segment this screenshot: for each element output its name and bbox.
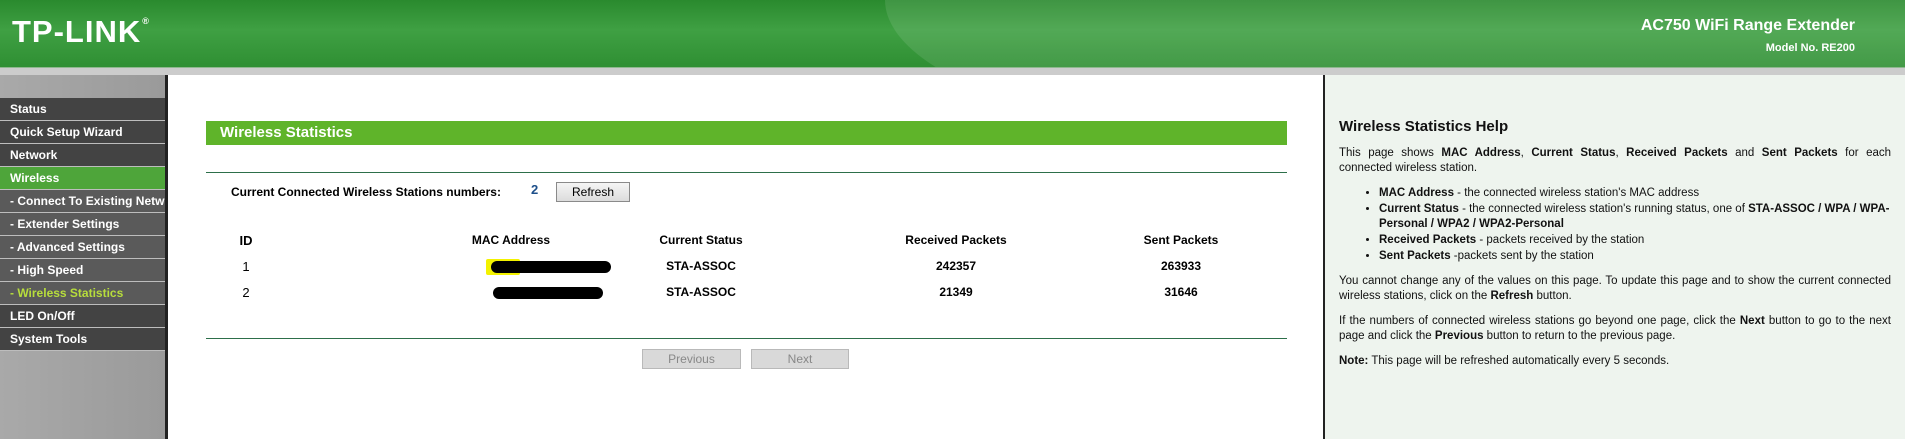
- divider-top: [206, 172, 1287, 173]
- row-received-packets: 21349: [939, 285, 973, 299]
- help-intro: This page shows MAC Address, Current Sta…: [1339, 147, 1892, 174]
- table-header-row: ID MAC Address Current Status Received P…: [171, 233, 1323, 259]
- help-bullet-mac-address: MAC Address - the connected wireless sta…: [1379, 186, 1891, 201]
- help-title: Wireless Statistics Help: [1339, 118, 1509, 135]
- sidebar-item-extender-settings[interactable]: - Extender Settings: [0, 213, 165, 236]
- row-id: 1: [242, 259, 250, 274]
- refresh-button[interactable]: Refresh: [556, 182, 630, 202]
- help-paging-paragraph: If the numbers of connected wireless sta…: [1339, 315, 1891, 342]
- page-title: Wireless Statistics: [206, 121, 1287, 145]
- column-header-mac-address: MAC Address: [471, 233, 551, 247]
- help-note: Note: This page will be refreshed automa…: [1339, 355, 1670, 367]
- row-status: STA-ASSOC: [666, 259, 736, 273]
- stations-table: ID MAC Address Current Status Received P…: [171, 233, 1323, 311]
- tp-link-logo: TP-LINK®: [12, 14, 150, 49]
- help-bullet-sent-packets: Sent Packets -packets sent by the statio…: [1379, 249, 1891, 264]
- sidebar-item-high-speed[interactable]: - High Speed: [0, 259, 165, 282]
- row-sent-packets: 31646: [1164, 285, 1198, 299]
- sidebar-menu: Status Quick Setup Wizard Network Wirele…: [0, 98, 165, 351]
- row-status: STA-ASSOC: [666, 285, 736, 299]
- sidebar: Status Quick Setup Wizard Network Wirele…: [0, 75, 168, 439]
- header-banner: TP-LINK® AC750 WiFi Range Extender Model…: [0, 0, 1905, 67]
- column-header-current-status: Current Status: [659, 233, 743, 247]
- sidebar-item-advanced-settings[interactable]: - Advanced Settings: [0, 236, 165, 259]
- row-sent-packets: 263933: [1160, 259, 1202, 273]
- next-button[interactable]: Next: [751, 349, 849, 369]
- column-header-id: ID: [239, 233, 253, 248]
- help-refresh-paragraph: You cannot change any of the values on t…: [1339, 275, 1891, 302]
- sidebar-item-system-tools[interactable]: System Tools: [0, 328, 165, 351]
- column-header-received-packets: Received Packets: [905, 233, 1007, 247]
- row-received-packets: 242357: [935, 259, 977, 273]
- divider-bottom: [206, 338, 1287, 339]
- help-bullet-list: MAC Address - the connected wireless sta…: [1379, 186, 1891, 264]
- stations-count-label: Current Connected Wireless Stations numb…: [231, 185, 501, 199]
- stations-count-value: 2: [531, 182, 539, 197]
- previous-button[interactable]: Previous: [642, 349, 741, 369]
- row-id: 2: [242, 285, 250, 300]
- header-divider: [0, 67, 1905, 75]
- sidebar-item-wireless[interactable]: Wireless: [0, 167, 165, 190]
- main-content: Wireless Statistics Current Connected Wi…: [171, 75, 1323, 439]
- table-row: 2 STA-ASSOC 21349 31646: [171, 285, 1323, 311]
- sidebar-item-wireless-statistics[interactable]: - Wireless Statistics: [0, 282, 165, 305]
- sidebar-item-led-on-off[interactable]: LED On/Off: [0, 305, 165, 328]
- sidebar-item-network[interactable]: Network: [0, 144, 165, 167]
- help-bullet-current-status: Current Status - the connected wireless …: [1379, 202, 1891, 232]
- column-header-sent-packets: Sent Packets: [1143, 233, 1219, 247]
- sidebar-item-connect-to-existing-network[interactable]: - Connect To Existing Network: [0, 190, 165, 213]
- model-number: Model No. RE200: [1765, 42, 1855, 54]
- product-name: AC750 WiFi Range Extender: [1640, 17, 1855, 34]
- sidebar-item-status[interactable]: Status: [0, 98, 165, 121]
- help-bullet-received-packets: Received Packets - packets received by t…: [1379, 233, 1891, 248]
- redaction-bar: [493, 287, 603, 299]
- table-row: 1 STA-ASSOC 242357 263933: [171, 259, 1323, 285]
- help-panel: Wireless Statistics Help This page shows…: [1325, 75, 1905, 439]
- sidebar-item-quick-setup-wizard[interactable]: Quick Setup Wizard: [0, 121, 165, 144]
